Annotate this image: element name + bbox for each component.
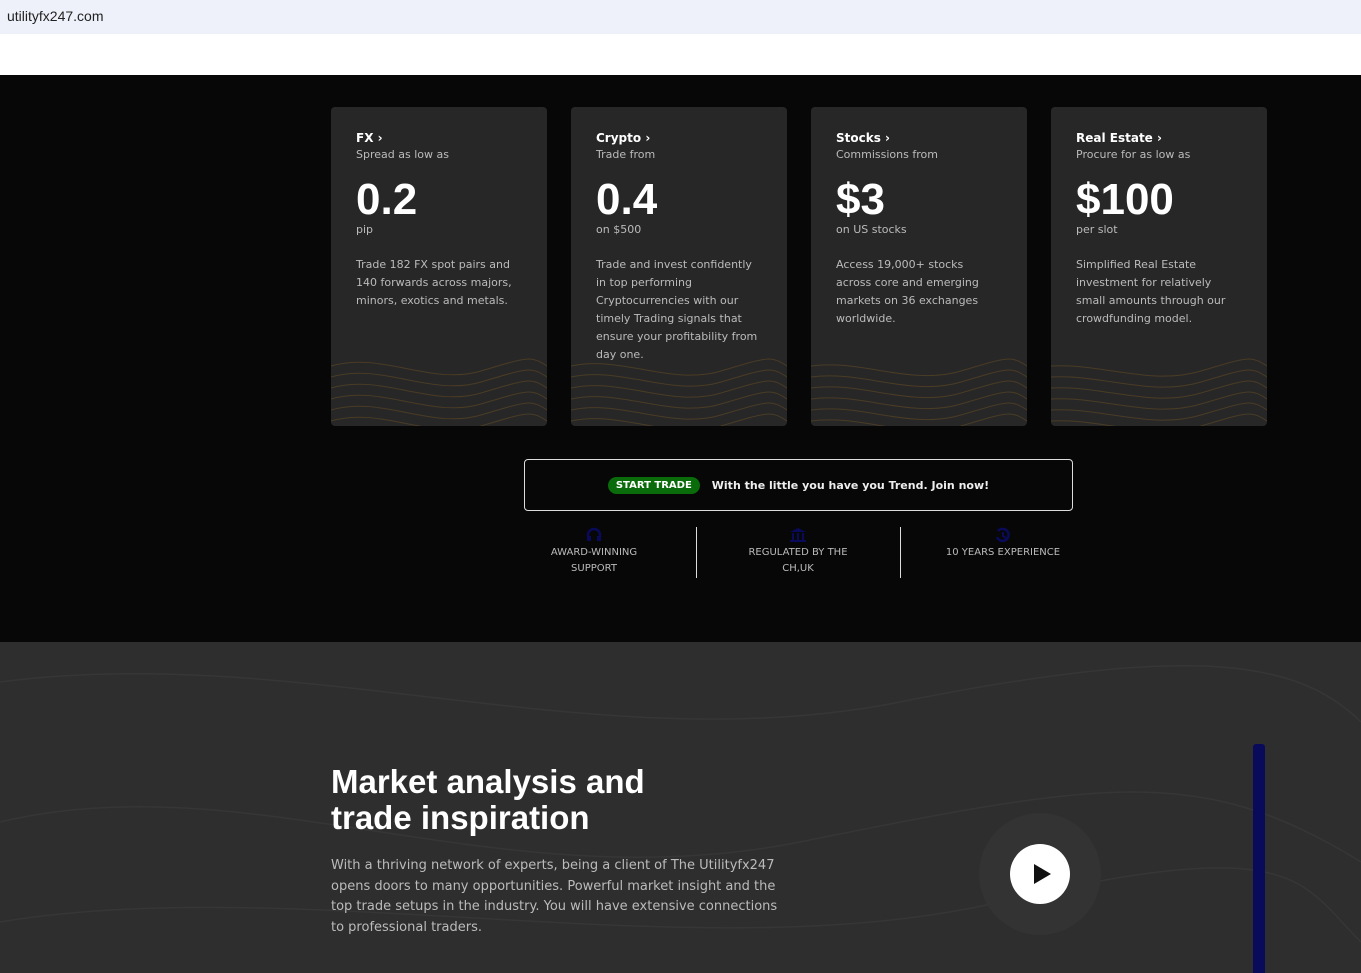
card-subtitle: Procure for as low as	[1076, 148, 1191, 161]
card-description: Simplified Real Estate investment for re…	[1076, 258, 1226, 325]
card-description: Trade 182 FX spot pairs and 140 forwards…	[356, 258, 512, 307]
card-fx[interactable]: FX › Spread as low as 0.2 pip Trade 182 …	[331, 107, 547, 426]
feature-label: 10 YEARS EXPERIENCE	[945, 547, 1061, 558]
start-trade-button[interactable]: START TRADE	[607, 476, 700, 494]
divider	[696, 527, 697, 578]
bank-icon	[790, 528, 806, 542]
card-value: $3	[836, 175, 885, 224]
chevron-right-icon: ›	[377, 131, 383, 145]
headset-icon	[586, 527, 602, 541]
card-real-estate[interactable]: Real Estate › Procure for as low as $100…	[1051, 107, 1267, 426]
card-description: Access 19,000+ stocks across core and em…	[836, 258, 979, 325]
feature-label: REGULATED BY THE	[748, 547, 848, 558]
accent-bar	[1253, 744, 1265, 973]
card-unit: on $500	[596, 223, 642, 236]
card-title[interactable]: Real Estate ›	[1076, 131, 1242, 145]
wave-decoration	[1051, 358, 1267, 426]
feature-support: AWARD-WINNING SUPPORT	[534, 527, 654, 577]
start-trade-banner: START TRADE With the little you have you…	[524, 459, 1073, 511]
feature-experience: 10 YEARS EXPERIENCE	[938, 527, 1068, 561]
card-unit: on US stocks	[836, 223, 907, 236]
chevron-right-icon: ›	[645, 131, 651, 145]
card-value: $100	[1076, 175, 1174, 224]
banner-text: With the little you have you Trend. Join…	[711, 478, 990, 492]
card-title[interactable]: Stocks ›	[836, 131, 1002, 145]
url-text: utilityfx247.com	[7, 8, 104, 24]
card-title[interactable]: FX ›	[356, 131, 522, 145]
hero-section: FX › Spread as low as 0.2 pip Trade 182 …	[0, 75, 1361, 642]
wave-decoration	[331, 358, 547, 426]
feature-regulated: REGULATED BY THE CH,UK	[738, 527, 858, 577]
history-icon	[995, 527, 1010, 543]
card-crypto[interactable]: Crypto › Trade from 0.4 on $500 Trade an…	[571, 107, 787, 426]
wave-decoration	[811, 358, 1027, 426]
feature-label: AWARD-WINNING	[550, 547, 638, 558]
feature-label: CH,UK	[782, 563, 814, 574]
card-subtitle: Spread as low as	[356, 148, 449, 161]
section-title: Market analysis and trade inspiration	[331, 763, 645, 836]
card-value: 0.2	[356, 175, 418, 224]
card-value: 0.4	[596, 175, 658, 224]
card-subtitle: Trade from	[596, 148, 656, 161]
analysis-section: Market analysis and trade inspiration Wit…	[0, 642, 1361, 973]
card-title[interactable]: Crypto ›	[596, 131, 762, 145]
card-subtitle: Commissions from	[836, 148, 938, 161]
section-body: With a thriving network of experts, bein…	[331, 858, 778, 935]
card-stocks[interactable]: Stocks › Commissions from $3 on US stock…	[811, 107, 1027, 426]
chevron-right-icon: ›	[885, 131, 890, 145]
play-video-button[interactable]	[1010, 844, 1070, 904]
card-description: Trade and invest confidently in top perf…	[596, 258, 758, 361]
feature-label: SUPPORT	[571, 563, 617, 574]
chevron-right-icon: ›	[1157, 131, 1162, 145]
address-bar[interactable]: utilityfx247.com	[0, 0, 1361, 34]
divider	[900, 527, 901, 578]
